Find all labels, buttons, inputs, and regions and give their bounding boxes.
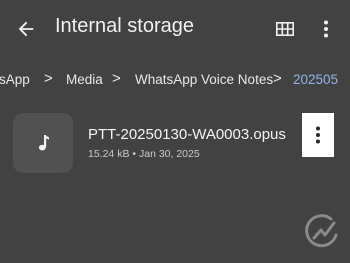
more-vertical-icon	[324, 20, 328, 38]
breadcrumb: sApp > Media > WhatsApp Voice Notes > 20…	[0, 64, 350, 98]
breadcrumb-item-whatsapp[interactable]: sApp	[0, 72, 30, 87]
file-name: PTT-20250130-WA0003.opus	[88, 126, 286, 143]
app-bar: Internal storage	[0, 0, 350, 60]
meta-separator: •	[132, 148, 137, 160]
back-button[interactable]	[8, 11, 44, 47]
breadcrumb-separator: >	[44, 70, 53, 87]
more-vertical-icon	[316, 126, 320, 144]
breadcrumb-separator: >	[273, 70, 282, 87]
arrow-left-icon	[18, 21, 34, 37]
breadcrumb-item-current[interactable]: 202505	[293, 72, 338, 87]
page-title: Internal storage	[55, 15, 194, 37]
file-thumbnail	[13, 113, 73, 173]
breadcrumb-item-media[interactable]: Media	[66, 72, 103, 87]
breadcrumb-separator: >	[112, 70, 121, 87]
list-item[interactable]: PTT-20250130-WA0003.opus 15.24 kB • Jan …	[0, 108, 350, 173]
file-date: Jan 30, 2025	[138, 148, 200, 160]
file-size: 15.24 kB	[88, 148, 130, 160]
music-note-icon	[38, 135, 49, 151]
logo-watermark-icon	[305, 214, 338, 248]
file-metadata: 15.24 kB • Jan 30, 2025	[88, 148, 200, 160]
breadcrumb-item-voice-notes[interactable]: WhatsApp Voice Notes	[135, 72, 273, 87]
file-more-options-button[interactable]	[302, 113, 334, 157]
grid-view-icon	[276, 22, 294, 36]
grid-view-button[interactable]	[268, 11, 302, 47]
overflow-menu-button[interactable]	[313, 11, 339, 47]
